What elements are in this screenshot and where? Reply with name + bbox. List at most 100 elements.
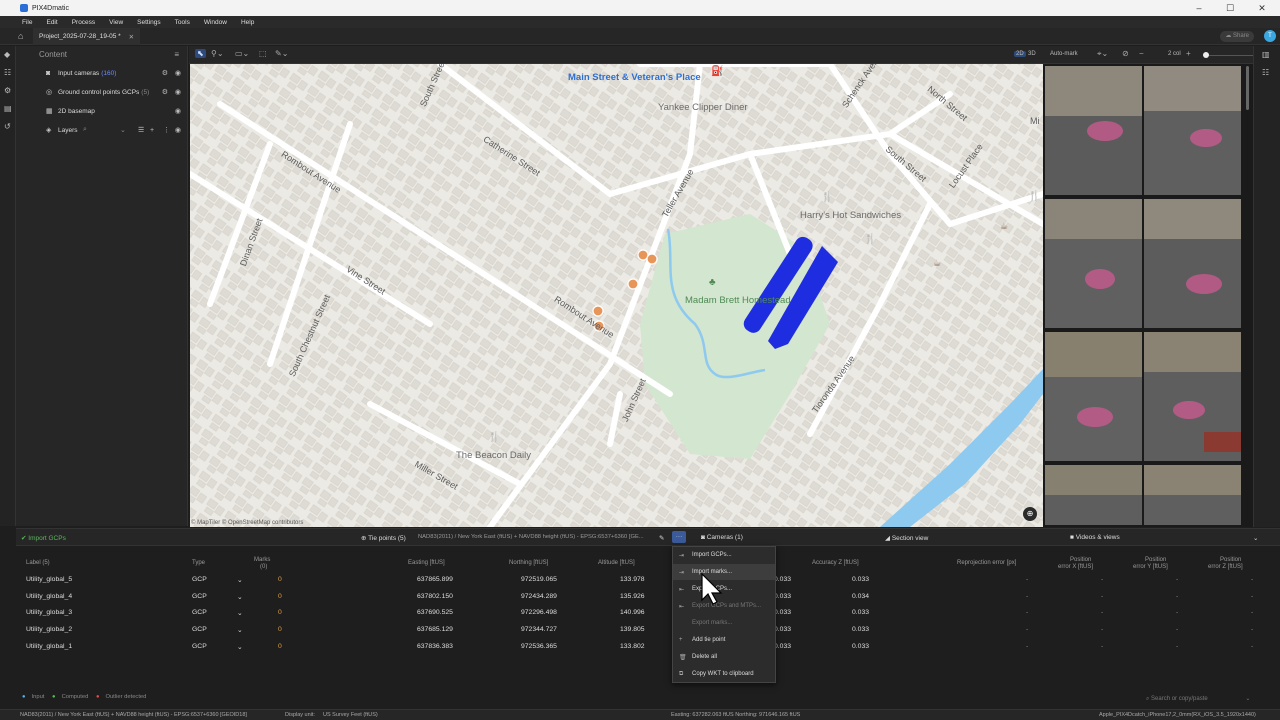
camera-thumbnail[interactable] (1045, 66, 1142, 195)
menu-item-import-gcps[interactable]: ⇥ Import GCPs... (673, 547, 775, 563)
menu-file[interactable]: File (22, 19, 32, 26)
camera-thumbnail[interactable] (1144, 66, 1241, 195)
zoom-slider-handle[interactable] (1203, 52, 1209, 58)
camera-thumbnail[interactable] (1144, 332, 1241, 461)
type-dropdown-chevron-icon[interactable]: ⌄ (237, 593, 243, 601)
report-rail-icon[interactable]: ▤ (4, 104, 12, 113)
tab-cameras[interactable]: ◙ Cameras (1) (701, 534, 743, 541)
minimize-button[interactable]: – (1187, 2, 1211, 14)
status-display-unit[interactable]: US Survey Feet (ftUS) (323, 712, 378, 718)
settings-rail-icon[interactable]: ☷ (4, 68, 11, 77)
annotate-tool-icon[interactable]: ✎⌄ (275, 49, 288, 58)
tab-section-view[interactable]: ◢ Section view (885, 534, 928, 542)
collapse-icon[interactable]: ⌄ (1253, 534, 1258, 542)
tab-tie-points[interactable]: ⊕ Tie points (5) (361, 534, 406, 542)
chevron-down-icon[interactable]: ⌄ (1245, 696, 1250, 702)
column-header-label[interactable]: Label (5) (26, 560, 50, 566)
column-header-altitude[interactable]: Altitude [ftUS] (598, 560, 635, 566)
content-item-basemap[interactable]: ▦ 2D basemap ◉ (16, 104, 188, 118)
minus-icon[interactable]: − (1139, 49, 1144, 58)
content-item-input-cameras[interactable]: ◙ Input cameras (160) ⚙ ◉ (16, 66, 188, 80)
settings-icon[interactable]: ⚙ (162, 88, 168, 96)
close-window-button[interactable]: ✕ (1250, 2, 1274, 14)
camera-thumbnail[interactable] (1144, 465, 1241, 525)
menu-process[interactable]: Process (72, 19, 95, 26)
view-3d-button[interactable]: 3D (1028, 51, 1036, 57)
table-row[interactable]: Utility_global_5 GCP 0 637865.899 972519.065… (16, 576, 1280, 590)
properties-icon[interactable]: ☷ (1262, 68, 1269, 77)
menu-item-copy-wkt-to-clipboard[interactable]: ⧉ Copy WKT to clipboard (673, 666, 775, 682)
gallery-scrollbar[interactable] (1246, 66, 1249, 110)
menu-edit[interactable]: Edit (46, 19, 57, 26)
content-item-gcps[interactable]: ◎ Ground control points GCPs (5) ⚙ ◉ (16, 85, 188, 99)
map-view[interactable]: Main Street & Veteran's Place Yankee Cli… (190, 64, 1043, 527)
eye-icon[interactable]: ◉ (175, 88, 181, 96)
filter-icon[interactable]: ≡ (174, 50, 179, 59)
clear-icon[interactable]: ⊘ (1122, 49, 1129, 58)
menu-view[interactable]: View (109, 19, 123, 26)
column-header-marks[interactable]: Marks (254, 557, 270, 563)
column-header-type[interactable]: Type (192, 560, 205, 566)
select-tool-icon[interactable]: ⬉ (195, 49, 206, 58)
more-options-button[interactable]: ··· (672, 531, 686, 543)
column-header-northing[interactable]: Northing [ftUS] (509, 560, 548, 566)
layout-icon[interactable]: ▥ (1262, 50, 1270, 59)
chevron-down-icon[interactable]: ⌄ (120, 126, 126, 134)
column-header-accuracy-z[interactable]: Accuracy Z [ftUS] (812, 560, 859, 566)
edit-icon[interactable]: ✎ (659, 534, 664, 542)
type-dropdown-chevron-icon[interactable]: ⌄ (237, 626, 243, 634)
add-layer-icon[interactable]: + (150, 127, 154, 134)
zoom-slider[interactable] (1203, 55, 1257, 56)
import-gcps-button[interactable]: ✔ Import GCPs (21, 534, 66, 542)
column-header-easting[interactable]: Easting [ftUS] (408, 560, 445, 566)
mark-mode-icon[interactable]: ⌖⌄ (1097, 49, 1108, 59)
home-icon[interactable]: ⌂ (18, 31, 23, 41)
view-2d-button[interactable]: 2D (1014, 51, 1026, 57)
tab-videos-views[interactable]: ■ Videos & views (1070, 534, 1120, 541)
gcp-marker[interactable] (592, 305, 604, 317)
share-button[interactable]: ☁ Share (1220, 31, 1254, 42)
list-icon[interactable]: ☰ (138, 126, 144, 134)
menu-item-add-tie-point[interactable]: + Add tie point (673, 632, 775, 648)
menu-settings[interactable]: Settings (137, 19, 161, 26)
table-row[interactable]: Utility_global_2 GCP 0 637685.129 972344.727… (16, 626, 1280, 640)
project-tab[interactable]: Project_2025-07-28_19-05 * ✕ (33, 28, 141, 45)
eye-icon[interactable]: ◉ (175, 126, 181, 134)
camera-thumbnail[interactable] (1045, 199, 1142, 328)
menu-window[interactable]: Window (204, 19, 227, 26)
more-vertical-icon[interactable]: ⋮ (163, 126, 170, 134)
gear-rail-icon[interactable]: ⚙ (4, 86, 11, 95)
search-icon[interactable]: ⌕ (83, 126, 87, 134)
type-dropdown-chevron-icon[interactable]: ⌄ (237, 643, 243, 651)
crop-tool-icon[interactable]: ⬚ (259, 49, 267, 58)
menu-tools[interactable]: Tools (175, 19, 190, 26)
gcp-marker[interactable] (627, 278, 639, 290)
table-row[interactable]: Utility_global_4 GCP 0 637802.150 972434.289… (16, 593, 1280, 607)
table-row[interactable]: Utility_global_1 GCP 0 637836.383 972536.365… (16, 643, 1280, 657)
maximize-button[interactable]: ☐ (1218, 2, 1242, 14)
history-rail-icon[interactable]: ↺ (4, 122, 11, 131)
measure-tool-icon[interactable]: ▭⌄ (235, 49, 249, 58)
camera-thumbnail[interactable] (1144, 199, 1241, 328)
camera-thumbnail[interactable] (1045, 465, 1142, 525)
plus-icon[interactable]: + (1186, 49, 1191, 58)
table-row[interactable]: Utility_global_3 GCP 0 637690.525 972296.498… (16, 609, 1280, 623)
menu-item-delete-all[interactable]: 🗑 Delete all (673, 649, 775, 665)
close-tab-icon[interactable]: ✕ (129, 33, 134, 41)
avatar[interactable]: T (1264, 30, 1276, 42)
marker-tool-icon[interactable]: ⚲⌄ (211, 49, 224, 58)
column-header-pos-x[interactable]: Position (1070, 557, 1091, 563)
camera-thumbnail[interactable] (1045, 332, 1142, 461)
gcp-marker[interactable] (646, 253, 658, 265)
recenter-icon[interactable]: ⊕ (1023, 507, 1037, 521)
type-dropdown-chevron-icon[interactable]: ⌄ (237, 609, 243, 617)
layers-rail-icon[interactable]: ◆ (4, 50, 10, 59)
status-crs[interactable]: NAD83(2011) / New York East (ftUS) + NAV… (20, 712, 247, 718)
settings-icon[interactable]: ⚙ (162, 69, 168, 77)
search-input[interactable]: ⌕ Search or copy/paste ⌄ (1146, 695, 1250, 703)
auto-mark-button[interactable]: Auto-mark (1050, 51, 1078, 57)
column-header-reprojection[interactable]: Reprojection error [px] (957, 560, 1016, 566)
menu-help[interactable]: Help (241, 19, 254, 26)
content-item-layers[interactable]: ◈ Layers ⌕ ⌄ ☰ + ⋮ ◉ (16, 123, 188, 137)
eye-icon[interactable]: ◉ (175, 107, 181, 115)
